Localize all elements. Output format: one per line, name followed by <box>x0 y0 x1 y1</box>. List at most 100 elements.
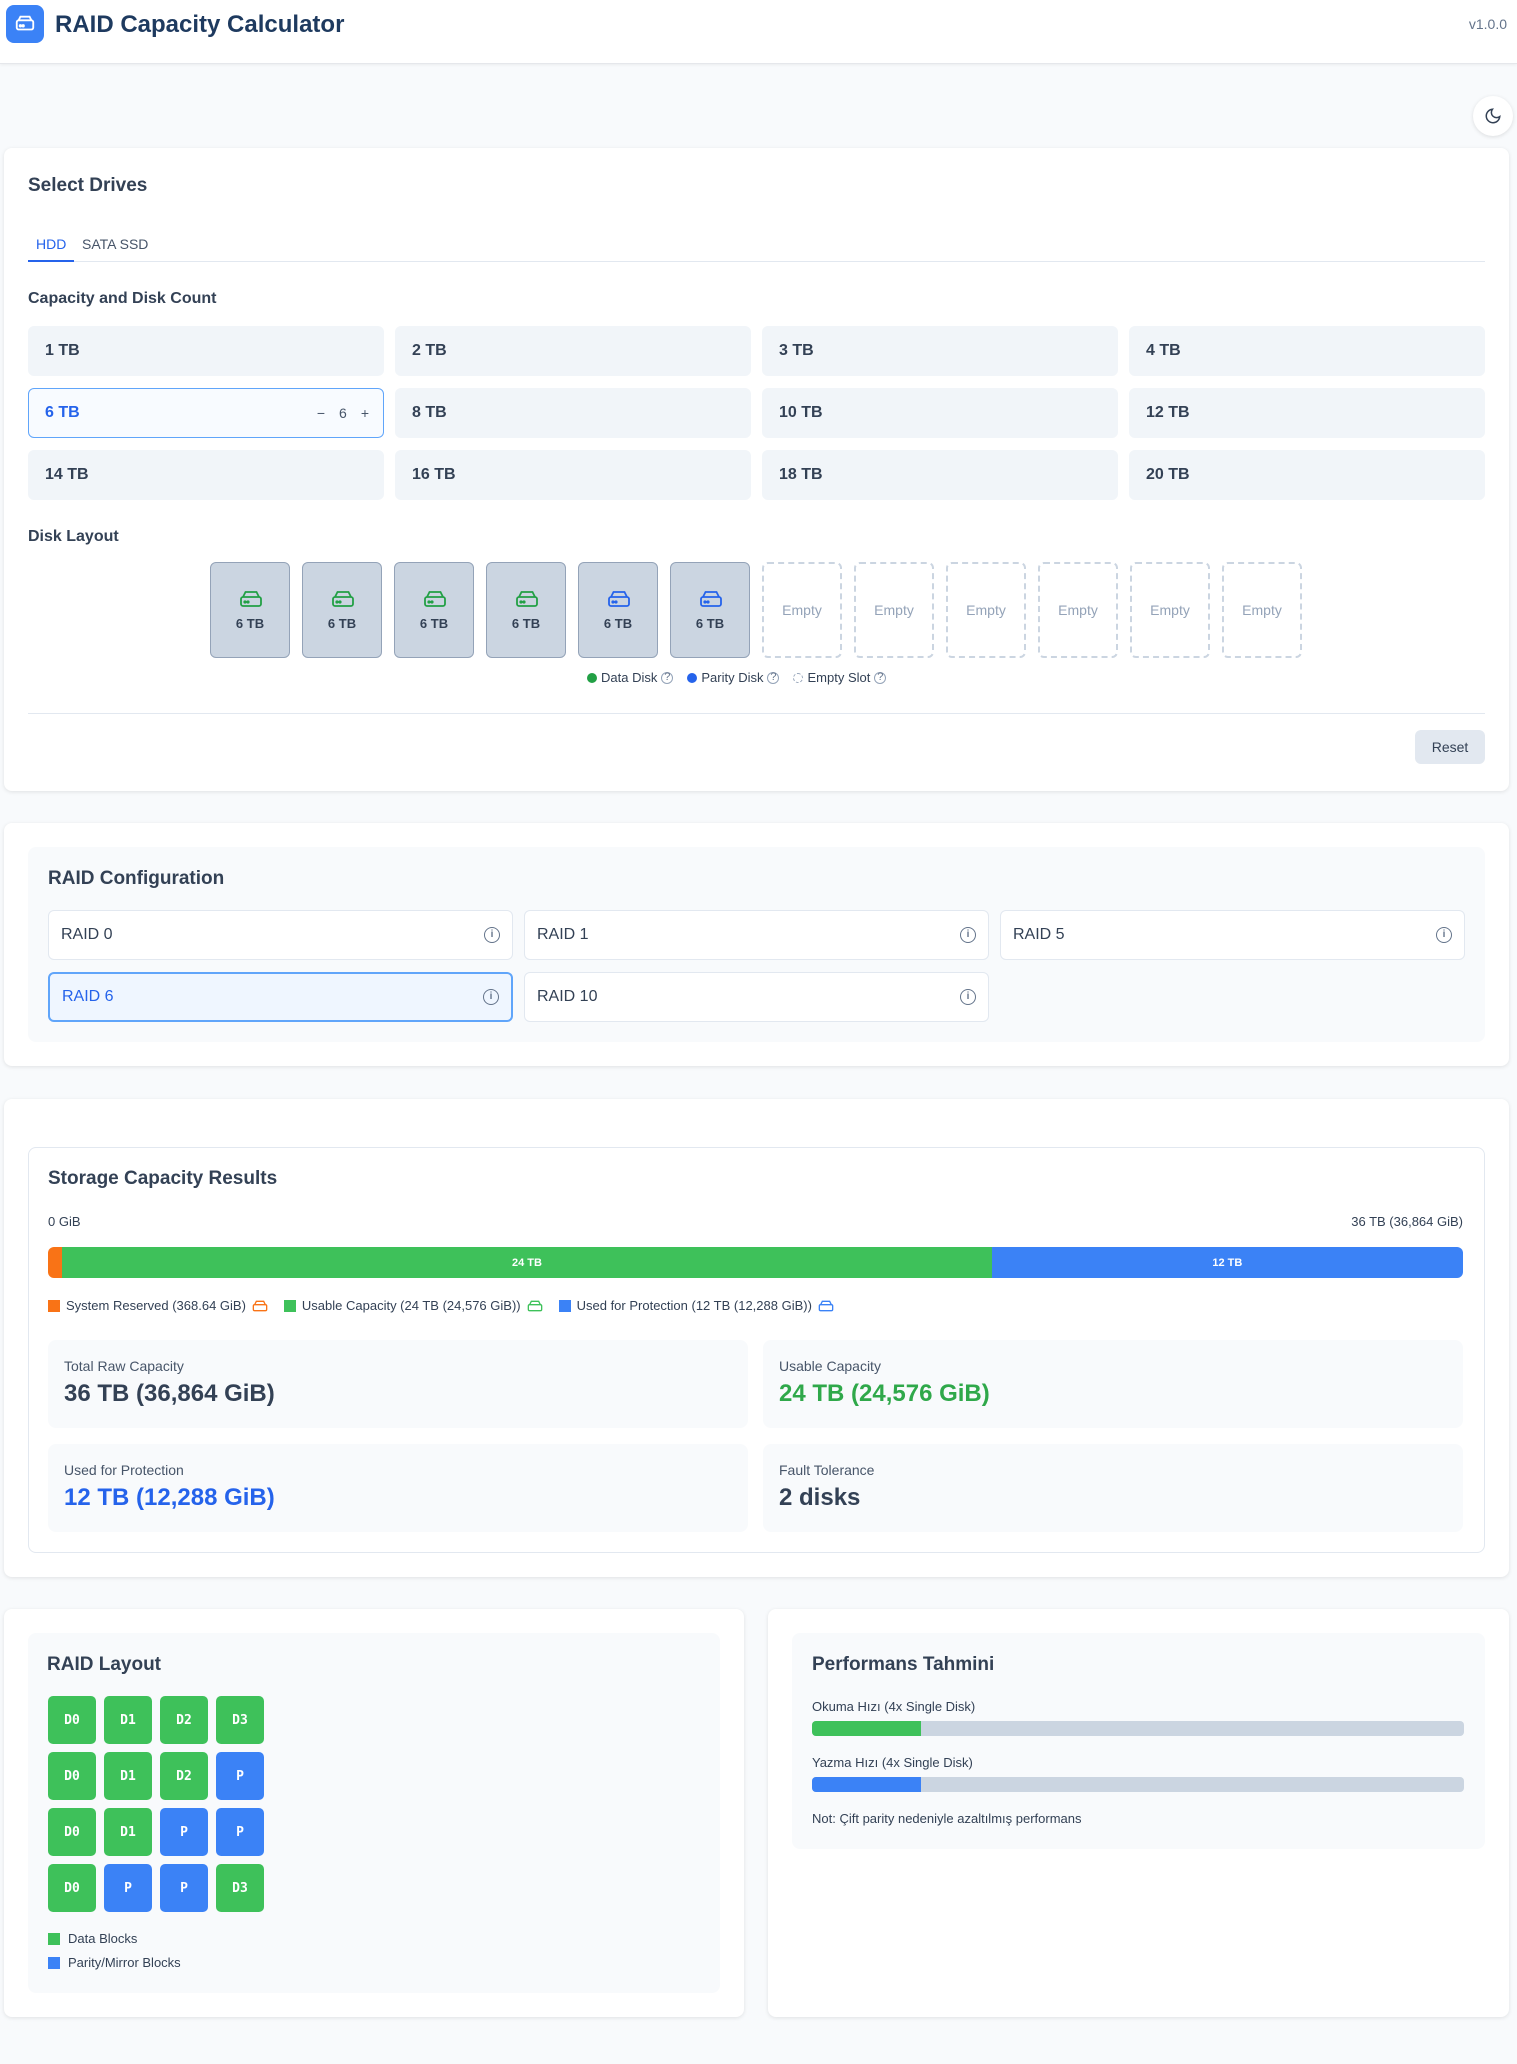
legend-reserved: System Reserved (368.64 GiB) <box>66 1298 246 1313</box>
empty-slot-label: Empty <box>1150 602 1190 618</box>
help-icon[interactable]: ? <box>767 671 780 684</box>
raid-config-panel: RAID Configuration RAID 0 i RAID 1 i RAID … <box>28 847 1485 1042</box>
parity-block: P <box>216 1808 264 1856</box>
hard-drive-icon <box>700 591 722 607</box>
disk-slot-label: 6 TB <box>235 616 265 631</box>
legend-parity-disk: Parity Disk <box>701 670 764 685</box>
disk-slot-empty[interactable]: Empty <box>946 562 1026 658</box>
disk-slot-data[interactable]: 6 TB <box>302 562 382 658</box>
app-header: RAID Capacity Calculator v1.0.0 <box>0 0 1517 64</box>
capacity-option[interactable]: 20 TB <box>1129 450 1485 500</box>
raid-option-5[interactable]: RAID 5 i <box>1000 910 1465 960</box>
legend-data-blocks-label: Data Blocks <box>68 1931 138 1946</box>
info-icon[interactable]: i <box>484 927 500 943</box>
raid-config-card: RAID Configuration RAID 0 i RAID 1 i RAID … <box>4 823 1509 1066</box>
info-icon[interactable]: i <box>483 989 499 1005</box>
stat-label: Usable Capacity <box>779 1358 881 1374</box>
raid-option-10[interactable]: RAID 10 i <box>524 972 989 1022</box>
protection-segment: 12 TB <box>991 1247 1463 1278</box>
hard-drive-icon <box>527 1300 542 1311</box>
raid-option-label: RAID 5 <box>1013 926 1065 943</box>
empty-slot-label: Empty <box>874 602 914 618</box>
raid-option-label: RAID 10 <box>537 988 598 1005</box>
raid-option-6-selected[interactable]: RAID 6 i <box>48 972 513 1022</box>
disk-slot-data[interactable]: 6 TB <box>394 562 474 658</box>
capacity-option-selected[interactable]: 6 TB − 6 + <box>28 388 384 438</box>
disk-slot-empty[interactable]: Empty <box>1222 562 1302 658</box>
scale-min-label: 0 GiB <box>48 1214 81 1229</box>
data-block: D0 <box>48 1864 96 1912</box>
empty-slot-label: Empty <box>1058 602 1098 618</box>
disk-slot-empty[interactable]: Empty <box>762 562 842 658</box>
hard-drive-icon <box>818 1300 834 1311</box>
hard-drive-icon <box>424 591 446 607</box>
stat-usable: Usable Capacity 24 TB (24,576 GiB) <box>763 1340 1463 1428</box>
read-speed-label: Okuma Hızı (4x Single Disk) <box>812 1699 976 1714</box>
divider <box>28 713 1485 714</box>
disk-slot-empty[interactable]: Empty <box>1038 562 1118 658</box>
disk-slot-data[interactable]: 6 TB <box>486 562 566 658</box>
stat-label: Used for Protection <box>64 1462 184 1478</box>
protection-segment-label: 12 TB <box>1212 1256 1243 1269</box>
info-icon[interactable]: i <box>1436 927 1452 943</box>
legend-parity-blocks: Parity/Mirror Blocks <box>48 1955 181 1970</box>
stat-value: 2 disks <box>779 1484 861 1511</box>
reset-button[interactable]: Reset <box>1415 730 1485 764</box>
stat-protection: Used for Protection 12 TB (12,288 GiB) <box>48 1444 748 1532</box>
disk-slot-parity[interactable]: 6 TB <box>578 562 658 658</box>
disk-slot-empty[interactable]: Empty <box>1130 562 1210 658</box>
stat-label: Fault Tolerance <box>779 1462 875 1478</box>
decrement-button[interactable]: − <box>317 389 325 437</box>
raid-option-label: RAID 6 <box>62 988 114 1005</box>
disk-slot-empty[interactable]: Empty <box>854 562 934 658</box>
disk-slot-data[interactable]: 6 TB <box>210 562 290 658</box>
hard-drive-icon <box>240 591 262 607</box>
capacity-option[interactable]: 14 TB <box>28 450 384 500</box>
section-title: Storage Capacity Results <box>48 1168 278 1189</box>
capacity-option[interactable]: 12 TB <box>1129 388 1485 438</box>
tab-sata-ssd[interactable]: SATA SSD <box>74 229 156 262</box>
capacity-option[interactable]: 8 TB <box>395 388 751 438</box>
capacity-option[interactable]: 10 TB <box>762 388 1118 438</box>
disk-legend: Data Disk? Parity Disk? Empty Slot? <box>587 670 887 685</box>
raid-option-label: RAID 0 <box>61 926 113 943</box>
empty-slot-label: Empty <box>782 602 822 618</box>
increment-button[interactable]: + <box>361 389 369 437</box>
raid-option-0[interactable]: RAID 0 i <box>48 910 513 960</box>
usable-segment-label: 24 TB <box>511 1256 542 1269</box>
disk-slot-label: 6 TB <box>419 616 449 631</box>
data-block: D1 <box>104 1808 152 1856</box>
info-icon[interactable]: i <box>960 989 976 1005</box>
hard-drive-icon <box>608 591 630 607</box>
disk-layout-label: Disk Layout <box>28 528 119 545</box>
info-icon[interactable]: i <box>960 927 976 943</box>
disk-slot-label: 6 TB <box>511 616 541 631</box>
parity-block: P <box>216 1752 264 1800</box>
capacity-option[interactable]: 18 TB <box>762 450 1118 500</box>
section-title: RAID Layout <box>47 1654 161 1675</box>
data-block: D1 <box>104 1696 152 1744</box>
stat-total-raw: Total Raw Capacity 36 TB (36,864 GiB) <box>48 1340 748 1428</box>
capacity-option[interactable]: 4 TB <box>1129 326 1485 376</box>
tab-hdd[interactable]: HDD <box>28 229 75 262</box>
help-icon[interactable]: ? <box>661 671 674 684</box>
capacity-option[interactable]: 2 TB <box>395 326 751 376</box>
capacity-option[interactable]: 16 TB <box>395 450 751 500</box>
parity-block: P <box>160 1808 208 1856</box>
help-icon[interactable]: ? <box>874 671 887 684</box>
moon-icon <box>1485 108 1501 124</box>
usable-segment: 24 TB <box>62 1247 992 1278</box>
capacity-label: 6 TB <box>45 404 80 421</box>
hard-drive-icon <box>332 591 354 607</box>
usable-swatch <box>283 1299 296 1312</box>
capacity-option[interactable]: 1 TB <box>28 326 384 376</box>
theme-toggle-button[interactable] <box>1473 96 1513 136</box>
capacity-option[interactable]: 3 TB <box>762 326 1118 376</box>
capacity-bar: 24 TB 12 TB <box>48 1247 1463 1278</box>
data-block: D0 <box>48 1696 96 1744</box>
raid-option-1[interactable]: RAID 1 i <box>524 910 989 960</box>
disk-slot-parity[interactable]: 6 TB <box>670 562 750 658</box>
data-block: D0 <box>48 1808 96 1856</box>
capacity-legend: System Reserved (368.64 GiB) Usable Capa… <box>48 1298 834 1313</box>
disk-slot-label: 6 TB <box>695 616 725 631</box>
